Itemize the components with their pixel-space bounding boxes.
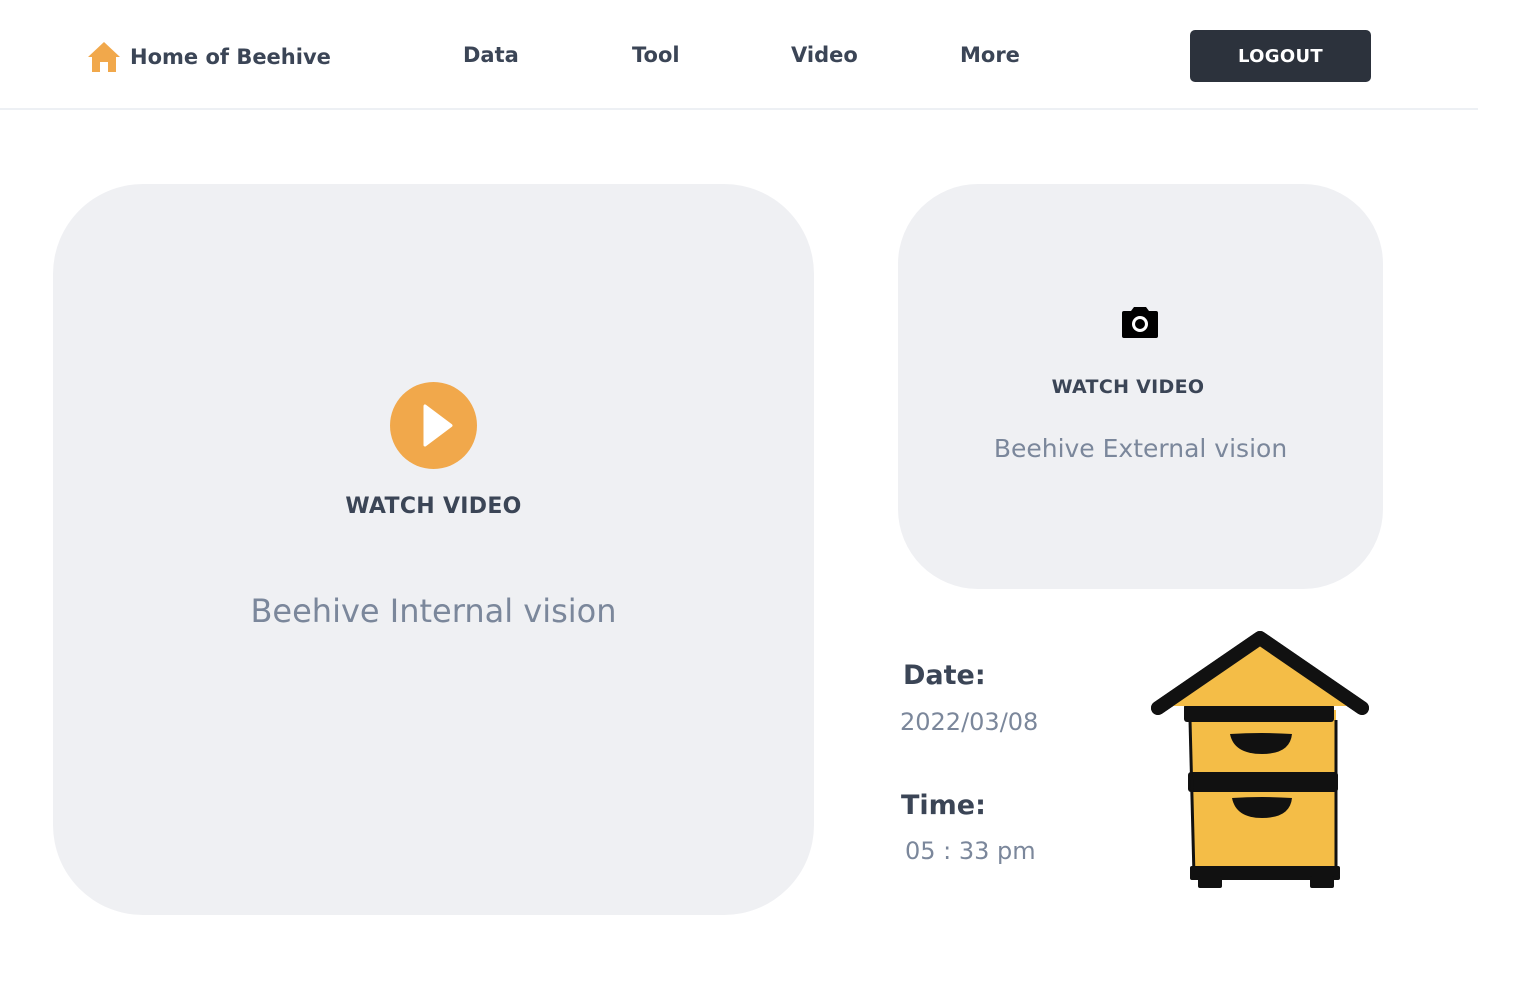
time-label: Time: [901,790,986,821]
home-icon [88,42,120,72]
camera-icon[interactable] [1120,302,1160,342]
top-navbar: Home of Beehive Data Tool Video More LOG… [0,0,1478,110]
time-value: 05 : 33 pm [905,837,1036,865]
external-vision-title: Beehive External vision [993,434,1288,463]
date-value: 2022/03/08 [900,708,1039,736]
external-watch-video-label[interactable]: WATCH VIDEO [980,376,1276,398]
nav-link-video[interactable]: Video [791,40,858,70]
nav-link-data[interactable]: Data [463,40,519,70]
brand-label: Home of Beehive [130,45,331,69]
nav-link-tool[interactable]: Tool [632,40,680,70]
date-label: Date: [903,660,986,691]
play-video-button[interactable] [390,382,477,469]
nav-link-more[interactable]: More [960,40,1020,70]
logout-button[interactable]: LOGOUT [1190,30,1371,82]
internal-vision-card [53,184,814,915]
beehive-icon [1151,631,1369,888]
internal-vision-title: Beehive Internal vision [250,592,617,630]
internal-watch-video-label[interactable]: WATCH VIDEO [53,494,814,519]
play-icon [423,404,453,447]
brand-home-link[interactable]: Home of Beehive [86,40,331,74]
